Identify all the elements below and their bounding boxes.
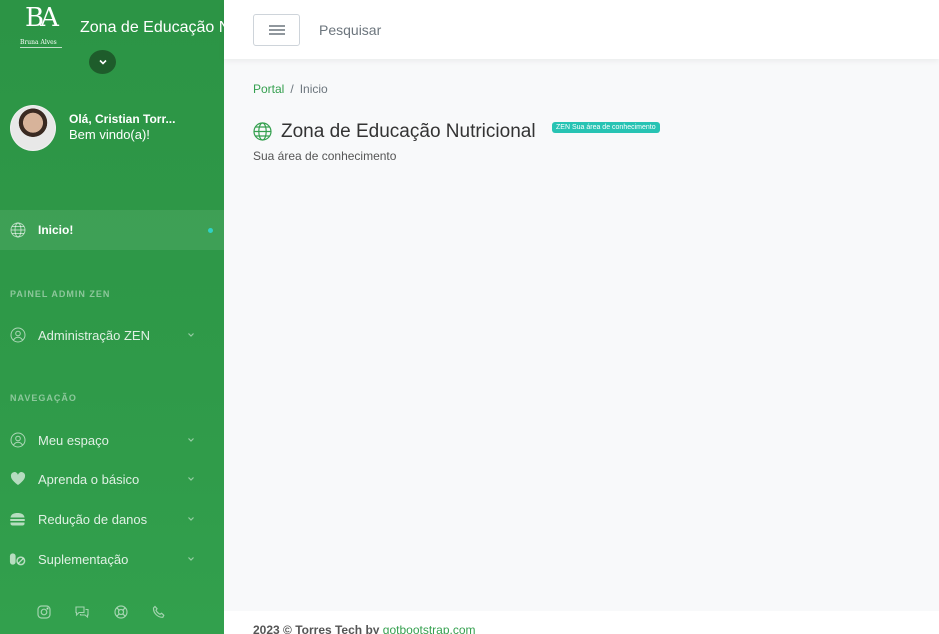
burger-icon — [9, 511, 26, 528]
sidebar-item-label: Administração ZEN — [38, 327, 150, 343]
footer: 2023 © Torres Tech by gotbootstrap.com — [224, 611, 939, 634]
breadcrumb: Portal / Inicio — [253, 82, 328, 96]
hamburger-icon — [268, 25, 285, 35]
breadcrumb-portal[interactable]: Portal — [253, 82, 284, 96]
user-profile[interactable]: Olá, Cristian Torr... Bem vindo(a)! — [10, 105, 220, 153]
topbar: Pesquisar — [224, 0, 939, 59]
chevron-down-icon[interactable] — [89, 50, 116, 74]
user-circle-icon — [9, 432, 26, 449]
lifebuoy-icon[interactable] — [113, 604, 129, 620]
logo-monogram: BA — [25, 3, 59, 33]
footer-link[interactable]: gotbootstrap.com — [383, 623, 476, 634]
chevron-down-icon — [188, 333, 194, 337]
instagram-icon[interactable] — [36, 604, 52, 620]
logo-subtitle: Bruna Alves — [20, 39, 57, 46]
active-indicator — [208, 227, 213, 233]
section-navigation: NAVEGAÇÃO — [10, 393, 77, 403]
sidebar-item-meu-espaco[interactable]: Meu espaço — [0, 420, 224, 460]
user-circle-icon — [9, 327, 26, 344]
chevron-down-icon — [188, 477, 194, 481]
chevron-down-icon — [188, 438, 194, 442]
chat-icon[interactable] — [74, 604, 90, 620]
user-greeting: Olá, Cristian Torr... — [69, 112, 176, 126]
sidebar-item-suplementacao[interactable]: Suplementação — [0, 539, 224, 579]
chevron-down-icon — [188, 517, 194, 521]
heart-icon — [9, 471, 26, 488]
brand-logo: BA Bruna Alves — [18, 3, 64, 51]
phone-icon[interactable] — [151, 604, 167, 620]
sidebar-item-inicio[interactable]: Inicio! — [0, 210, 224, 250]
page-title: Zona de Educação Nutricional — [281, 121, 536, 142]
sidebar: BA Bruna Alves Zona de Educação Nutricio… — [0, 0, 224, 634]
sidebar-item-label: Meu espaço — [38, 432, 109, 448]
breadcrumb-current: Inicio — [299, 82, 328, 96]
sidebar-item-admin[interactable]: Administração ZEN — [0, 315, 224, 355]
globe-icon — [9, 222, 26, 239]
section-admin: PAINEL ADMIN ZEN — [10, 289, 111, 299]
globe-icon — [253, 122, 272, 141]
sidebar-item-label: Aprenda o básico — [38, 471, 140, 487]
search-input[interactable]: Pesquisar — [319, 22, 381, 38]
status-badge: ZEN Sua área de conhecimento — [552, 122, 660, 133]
sidebar-item-label: Redução de danos — [38, 511, 148, 527]
page-subtitle: Sua área de conhecimento — [253, 149, 397, 163]
social-links — [0, 604, 224, 624]
user-welcome: Bem vindo(a)! — [69, 127, 150, 142]
menu-toggle-button[interactable] — [253, 14, 300, 46]
brand-title: Zona de Educação Nutricional — [80, 19, 224, 36]
chevron-down-icon — [188, 557, 194, 561]
avatar[interactable] — [10, 105, 56, 151]
footer-text: 2023 © Torres Tech by gotbootstrap.com — [253, 623, 476, 634]
sidebar-item-reducao[interactable]: Redução de danos — [0, 499, 224, 539]
sidebar-item-label: Inicio! — [38, 223, 74, 237]
sidebar-item-label: Suplementação — [38, 551, 129, 567]
sidebar-item-aprenda[interactable]: Aprenda o básico — [0, 459, 224, 499]
pills-icon — [9, 551, 26, 568]
brand[interactable]: BA Bruna Alves Zona de Educação Nutricio… — [0, 0, 224, 59]
